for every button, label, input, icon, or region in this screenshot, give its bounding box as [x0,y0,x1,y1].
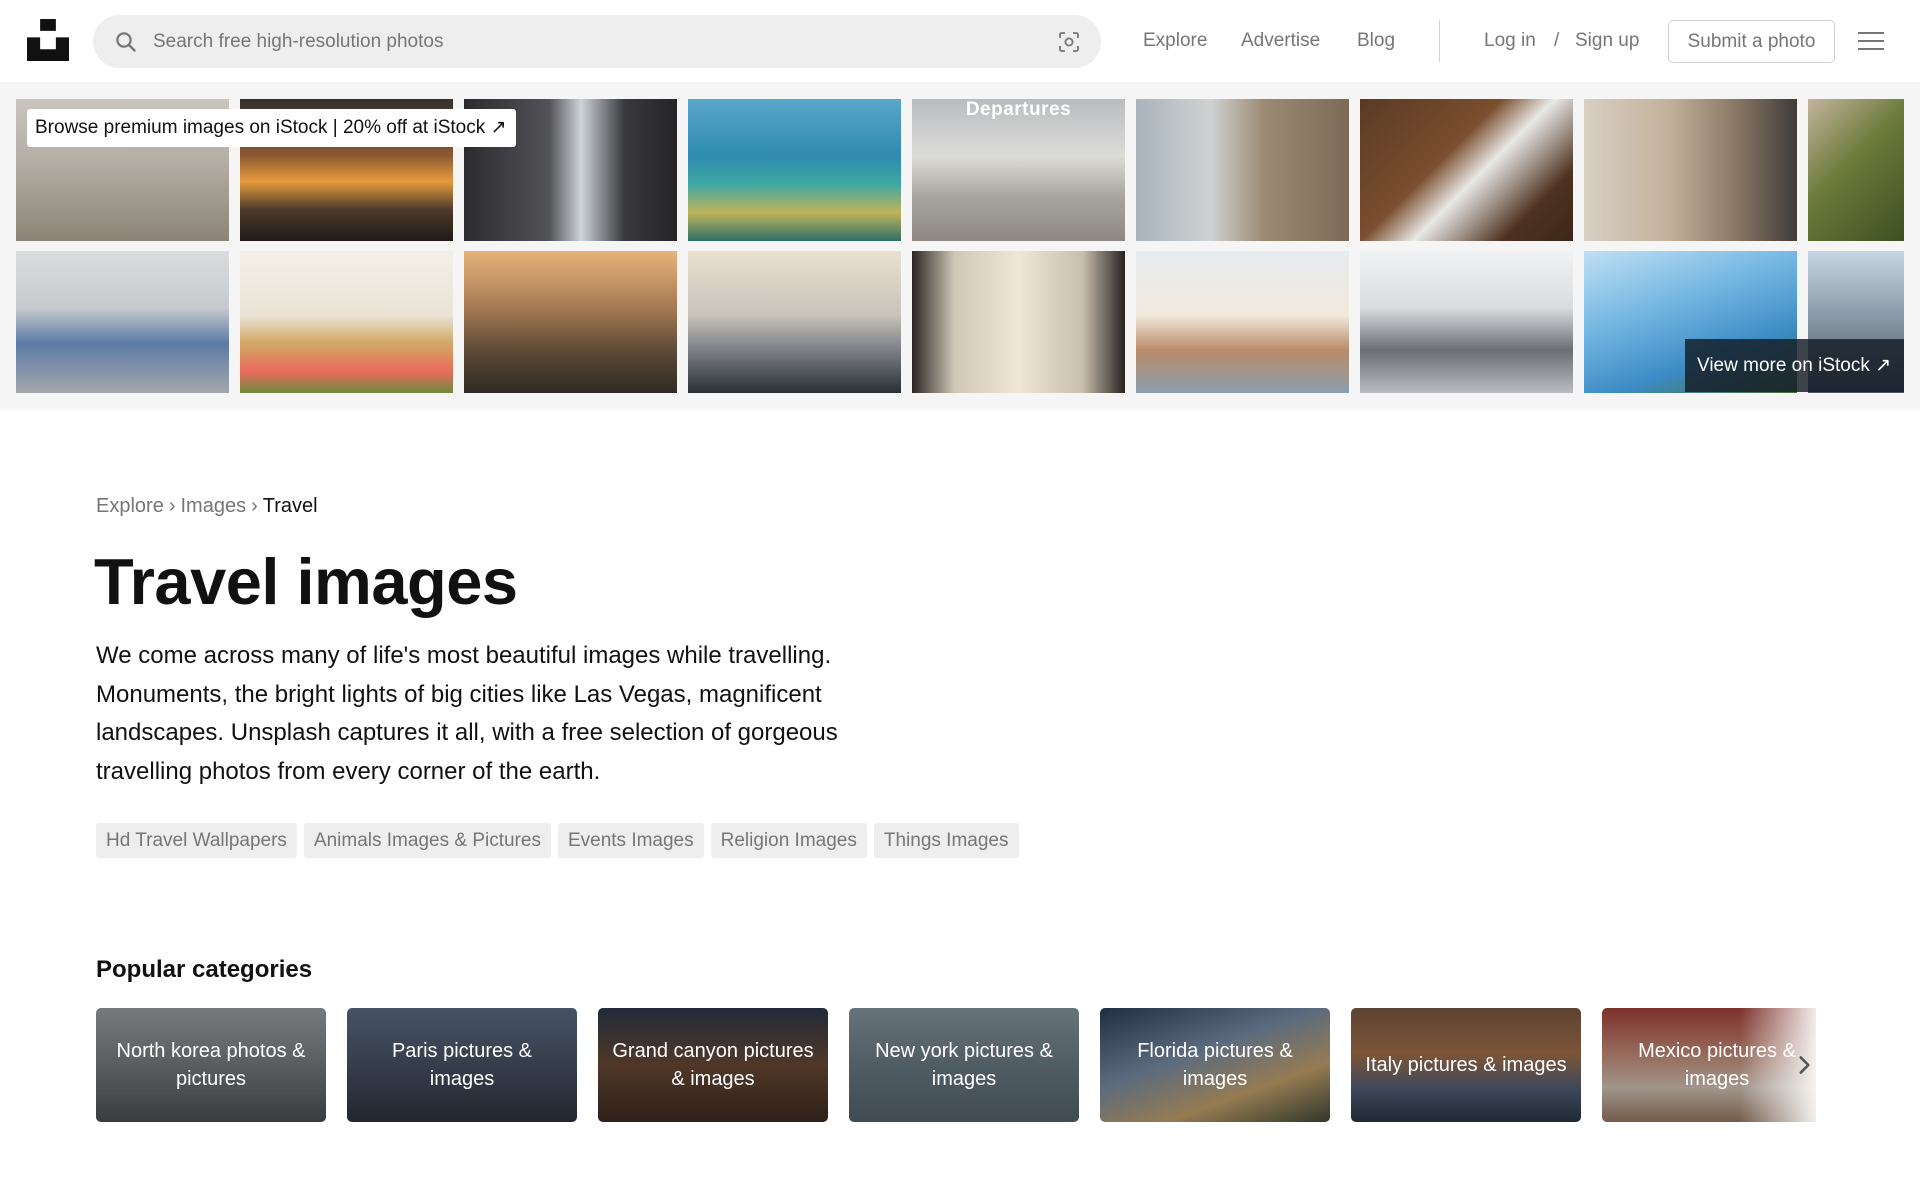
search-bar[interactable] [93,15,1101,68]
top-header: Explore Advertise Blog Log in / Sign up … [0,0,1920,82]
auth-separator: / [1554,30,1560,51]
category-card[interactable]: Grand canyon pictures & images [598,1008,828,1122]
nav-blog[interactable]: Blog [1357,29,1395,53]
istock-promo-link[interactable]: Browse premium images on iStock | 20% of… [27,109,517,147]
related-tag[interactable]: Religion Images [710,823,867,858]
istock-thumbnail[interactable] [16,251,229,393]
departures-sign: Departures [965,99,1072,120]
nav-advertise[interactable]: Advertise [1241,29,1320,53]
chevron-right-icon[interactable] [1791,1052,1817,1078]
breadcrumb-images[interactable]: Images [180,495,246,517]
breadcrumb: Explore › Images › Travel [96,494,318,518]
category-card[interactable]: North korea photos & pictures [96,1008,326,1122]
related-tag[interactable]: Hd Travel Wallpapers [96,823,297,858]
istock-thumbnail[interactable] [1584,99,1797,241]
category-label: North korea photos & pictures [116,1040,306,1090]
istock-thumbnail[interactable] [1360,251,1573,393]
view-more-istock-link[interactable]: View more on iStock ↗ [1685,339,1904,392]
related-tag[interactable]: Things Images [873,823,1019,858]
category-card[interactable]: Italy pictures & images [1351,1008,1581,1122]
istock-thumbnail[interactable] [688,99,901,241]
istock-thumbnail[interactable] [1136,99,1349,241]
istock-thumbnail[interactable] [912,251,1125,393]
page-title: Travel images [94,545,518,618]
page-description: We come across many of life's most beaut… [96,642,838,785]
menu-icon[interactable] [1858,32,1884,52]
breadcrumb-separator: › [251,495,258,517]
signup-link[interactable]: Sign up [1575,29,1639,53]
related-tag[interactable]: Events Images [557,823,704,858]
istock-thumbnail[interactable] [464,251,677,393]
category-label: Grand canyon pictures & images [612,1040,814,1090]
search-icon[interactable] [114,30,138,54]
istock-banner: Departures Browse premium images on iSto… [0,82,1920,410]
popular-categories-heading: Popular categories [96,956,313,983]
submit-photo-button[interactable]: Submit a photo [1668,20,1835,63]
istock-thumbnail[interactable]: Departures [912,99,1125,241]
istock-thumbnail[interactable] [240,251,453,393]
nav-divider [1439,20,1440,62]
related-tag[interactable]: Animals Images & Pictures [303,823,551,858]
search-input[interactable] [153,15,1033,68]
category-label: Italy pictures & images [1365,1054,1567,1076]
breadcrumb-explore[interactable]: Explore [96,495,164,517]
category-label: Mexico pictures & images [1638,1040,1796,1090]
category-card[interactable]: New york pictures & images [849,1008,1079,1122]
istock-thumbnail[interactable] [1360,99,1573,241]
breadcrumb-separator: › [168,495,176,517]
istock-thumbnail[interactable] [1808,99,1904,241]
breadcrumb-current: Travel [262,495,318,517]
category-label: New york pictures & images [875,1040,1053,1090]
istock-thumbnail[interactable] [1136,251,1349,393]
popular-categories-carousel: North korea photos & pictures Paris pict… [96,1008,1816,1122]
related-tags: Hd Travel Wallpapers Animals Images & Pic… [96,823,1026,858]
category-card[interactable]: Mexico pictures & images [1602,1008,1816,1122]
category-label: Paris pictures & images [391,1040,533,1090]
unsplash-logo-icon[interactable] [27,19,69,61]
login-link[interactable]: Log in [1484,29,1536,53]
istock-thumbnail[interactable] [688,251,901,393]
category-card[interactable]: Paris pictures & images [347,1008,577,1122]
visual-search-icon[interactable] [1057,30,1081,54]
category-label: Florida pictures & images [1137,1040,1293,1090]
nav-explore[interactable]: Explore [1143,29,1207,53]
category-card[interactable]: Florida pictures & images [1100,1008,1330,1122]
